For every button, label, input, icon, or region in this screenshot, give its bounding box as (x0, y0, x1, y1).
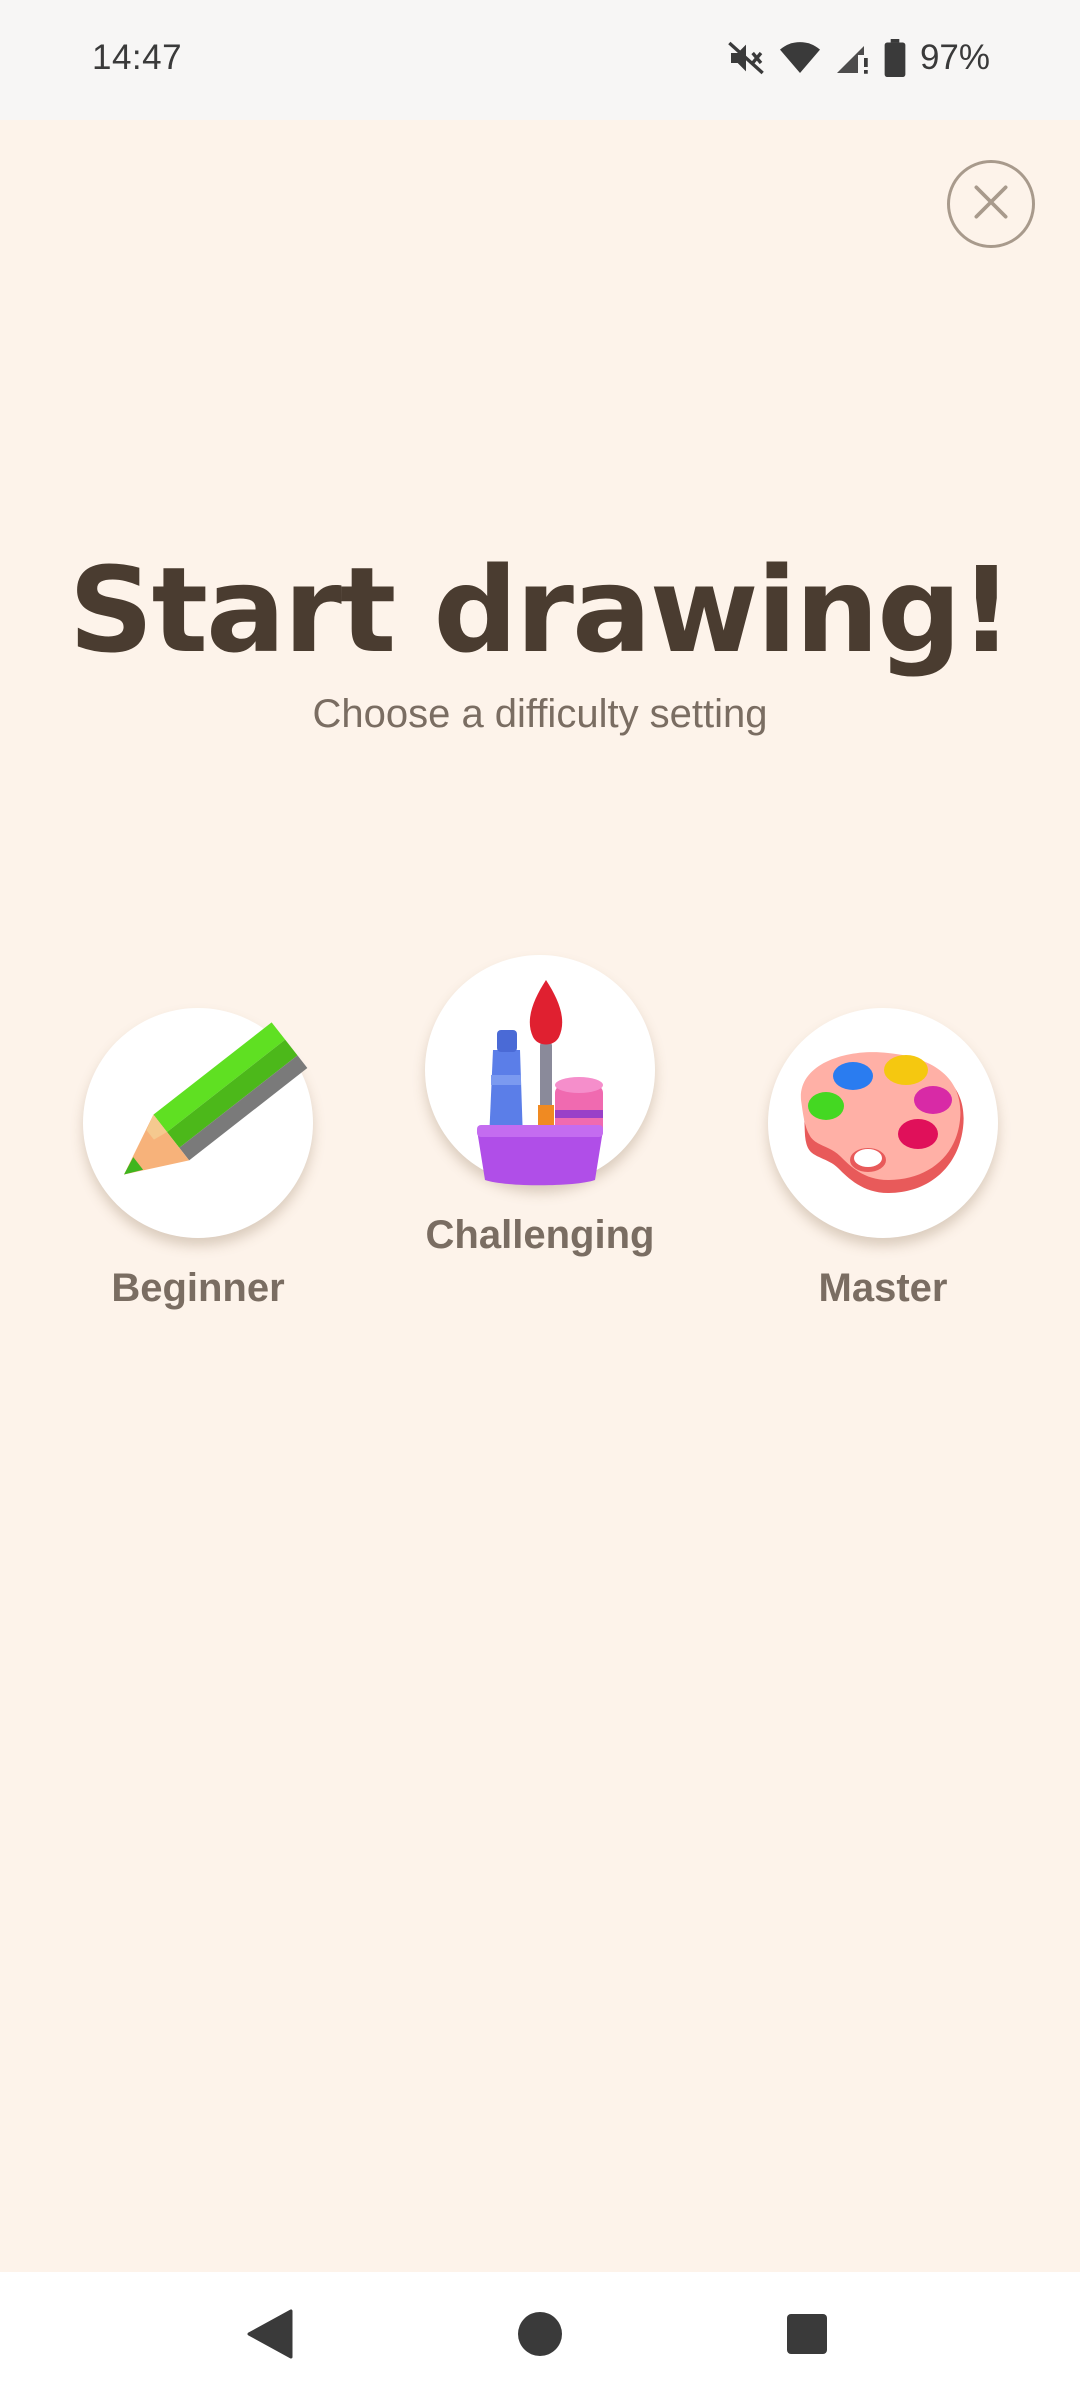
status-time: 14:47 (92, 38, 183, 77)
beginner-circle[interactable] (83, 1008, 313, 1238)
status-icons: 97% (726, 38, 990, 78)
beginner-option[interactable]: Beginner (83, 1008, 313, 1310)
master-label: Master (818, 1266, 948, 1310)
palette-icon (800, 1052, 964, 1193)
recents-button[interactable] (747, 2272, 867, 2400)
page-subtitle: Choose a difficulty setting (312, 692, 768, 736)
status-bar: 14:47 97% (0, 0, 1080, 120)
battery-percent: 97% (919, 38, 990, 77)
mute-icon (726, 38, 766, 78)
signal-icon (834, 40, 870, 76)
battery-icon (884, 39, 906, 77)
close-icon (969, 180, 1013, 228)
challenging-label: Challenging (425, 1213, 655, 1257)
art-supplies-icon (477, 980, 603, 1186)
back-button[interactable] (210, 2272, 330, 2400)
home-button[interactable] (480, 2272, 600, 2400)
wifi-icon (779, 40, 820, 76)
navigation-bar (0, 2272, 1080, 2400)
challenging-circle[interactable] (425, 955, 655, 1186)
challenging-option[interactable]: Challenging (425, 955, 655, 1257)
master-circle[interactable] (768, 1008, 998, 1238)
back-icon (247, 2309, 293, 2363)
pencil-icon (124, 1022, 308, 1175)
page-title: Start drawing! (68, 541, 1014, 679)
home-icon (517, 2311, 563, 2361)
recents-icon (786, 2313, 828, 2359)
beginner-label: Beginner (111, 1266, 285, 1310)
master-option[interactable]: Master (768, 1008, 998, 1310)
close-button[interactable] (947, 160, 1035, 248)
